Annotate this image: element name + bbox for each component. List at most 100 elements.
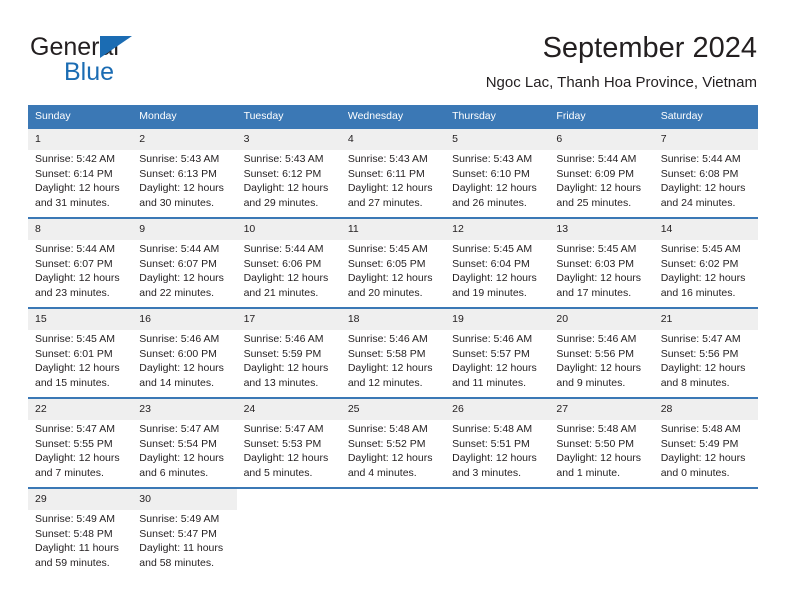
calendar-day-cell[interactable]: 6 Sunrise: 5:44 AM Sunset: 6:09 PM Dayli… — [549, 127, 654, 218]
sunrise-text: Sunrise: 5:46 AM — [139, 333, 220, 345]
calendar-day-cell[interactable]: 17 Sunrise: 5:46 AM Sunset: 5:59 PM Dayl… — [236, 307, 341, 398]
sunrise-text: Sunrise: 5:44 AM — [139, 243, 220, 255]
daylight-text-line1: Daylight: 11 hours — [139, 542, 224, 554]
calendar-day-cell[interactable]: 5 Sunrise: 5:43 AM Sunset: 6:10 PM Dayli… — [445, 127, 550, 218]
calendar-day-cell[interactable]: 15 Sunrise: 5:45 AM Sunset: 6:01 PM Dayl… — [28, 307, 133, 398]
daylight-text-line1: Daylight: 12 hours — [35, 452, 120, 464]
sunrise-text: Sunrise: 5:43 AM — [347, 153, 428, 165]
sunrise-text: Sunrise: 5:46 AM — [452, 333, 533, 345]
sunset-text: Sunset: 6:14 PM — [35, 167, 113, 180]
calendar-day-cell[interactable]: 19 Sunrise: 5:46 AM Sunset: 5:57 PM Dayl… — [445, 307, 550, 398]
day-number: 14 — [653, 219, 758, 240]
sunrise-text: Sunrise: 5:44 AM — [556, 153, 637, 165]
daylight-text-line2: and 30 minutes. — [139, 196, 214, 209]
daylight-text-line2: and 31 minutes. — [35, 196, 110, 209]
sunrise-text: Sunrise: 5:45 AM — [452, 243, 533, 255]
weekday-header-tuesday: Tuesday — [236, 105, 341, 128]
calendar-day-cell[interactable]: 27 Sunrise: 5:48 AM Sunset: 5:50 PM Dayl… — [549, 397, 654, 488]
calendar-day-cell[interactable]: 12 Sunrise: 5:45 AM Sunset: 6:04 PM Dayl… — [445, 217, 550, 308]
day-number — [340, 489, 446, 510]
calendar-day-cell[interactable]: 24 Sunrise: 5:47 AM Sunset: 5:53 PM Dayl… — [236, 397, 341, 488]
day-number: 10 — [236, 219, 341, 240]
daylight-text-line2: and 25 minutes. — [556, 196, 632, 209]
calendar-day-cell[interactable]: 2 Sunrise: 5:43 AM Sunset: 6:13 PM Dayli… — [132, 127, 237, 218]
calendar-body: 1 Sunrise: 5:42 AM Sunset: 6:14 PM Dayli… — [28, 127, 758, 577]
daylight-text-line1: Daylight: 12 hours — [660, 452, 746, 464]
daylight-text-line1: Daylight: 12 hours — [660, 362, 746, 374]
calendar-day-cell[interactable]: 28 Sunrise: 5:48 AM Sunset: 5:49 PM Dayl… — [653, 397, 758, 488]
sunrise-text: Sunrise: 5:47 AM — [243, 423, 324, 435]
calendar-week-row: 29 Sunrise: 5:49 AM Sunset: 5:48 PM Dayl… — [28, 487, 758, 577]
sunrise-text: Sunrise: 5:48 AM — [347, 423, 428, 435]
day-number: 23 — [132, 399, 237, 420]
daylight-text-line2: and 23 minutes. — [35, 286, 110, 299]
day-details: Sunrise: 5:42 AM Sunset: 6:14 PM Dayligh… — [28, 150, 132, 210]
daylight-text-line2: and 4 minutes. — [347, 466, 417, 479]
calendar-day-cell[interactable]: 10 Sunrise: 5:44 AM Sunset: 6:06 PM Dayl… — [236, 217, 341, 308]
sunset-text: Sunset: 6:02 PM — [660, 257, 739, 270]
daylight-text-line2: and 16 minutes. — [660, 286, 736, 299]
daylight-text-line1: Daylight: 12 hours — [347, 452, 433, 464]
daylight-text-line2: and 22 minutes. — [139, 286, 214, 299]
weekday-header-wednesday: Wednesday — [340, 105, 446, 128]
calendar-day-cell[interactable]: 7 Sunrise: 5:44 AM Sunset: 6:08 PM Dayli… — [653, 127, 758, 218]
weekday-header-saturday: Saturday — [653, 105, 758, 128]
daylight-text-line2: and 6 minutes. — [139, 466, 209, 479]
calendar-day-cell[interactable]: 30 Sunrise: 5:49 AM Sunset: 5:47 PM Dayl… — [132, 487, 237, 577]
day-number — [445, 489, 550, 510]
weekday-header-monday: Monday — [132, 105, 237, 128]
day-number: 4 — [340, 129, 446, 150]
day-details: Sunrise: 5:47 AM Sunset: 5:56 PM Dayligh… — [654, 330, 758, 390]
sunset-text: Sunset: 6:05 PM — [347, 257, 426, 270]
day-details: Sunrise: 5:46 AM Sunset: 6:00 PM Dayligh… — [132, 330, 236, 390]
calendar-day-cell[interactable]: 29 Sunrise: 5:49 AM Sunset: 5:48 PM Dayl… — [28, 487, 133, 577]
weekday-header-friday: Friday — [549, 105, 654, 128]
calendar-day-cell[interactable]: 8 Sunrise: 5:44 AM Sunset: 6:07 PM Dayli… — [28, 217, 133, 308]
day-details: Sunrise: 5:48 AM Sunset: 5:49 PM Dayligh… — [654, 420, 758, 480]
day-details: Sunrise: 5:46 AM Sunset: 5:57 PM Dayligh… — [445, 330, 549, 390]
calendar-day-cell[interactable]: 13 Sunrise: 5:45 AM Sunset: 6:03 PM Dayl… — [549, 217, 654, 308]
sunset-text: Sunset: 6:08 PM — [660, 167, 739, 180]
calendar-day-cell[interactable]: 3 Sunrise: 5:43 AM Sunset: 6:12 PM Dayli… — [236, 127, 341, 218]
calendar-day-cell[interactable]: 26 Sunrise: 5:48 AM Sunset: 5:51 PM Dayl… — [445, 397, 550, 488]
daylight-text-line2: and 0 minutes. — [660, 466, 730, 479]
calendar-day-cell[interactable]: 11 Sunrise: 5:45 AM Sunset: 6:05 PM Dayl… — [340, 217, 446, 308]
daylight-text-line2: and 7 minutes. — [35, 466, 104, 479]
sunset-text: Sunset: 6:12 PM — [243, 167, 322, 180]
calendar-day-cell[interactable]: 22 Sunrise: 5:47 AM Sunset: 5:55 PM Dayl… — [28, 397, 133, 488]
calendar-day-cell[interactable]: 9 Sunrise: 5:44 AM Sunset: 6:07 PM Dayli… — [132, 217, 237, 308]
sunset-text: Sunset: 6:00 PM — [139, 347, 217, 360]
day-details: Sunrise: 5:44 AM Sunset: 6:06 PM Dayligh… — [237, 240, 341, 300]
calendar-day-cell[interactable]: 23 Sunrise: 5:47 AM Sunset: 5:54 PM Dayl… — [132, 397, 237, 488]
daylight-text-line1: Daylight: 12 hours — [139, 182, 224, 194]
daylight-text-line2: and 9 minutes. — [556, 376, 626, 389]
calendar-day-cell[interactable]: 20 Sunrise: 5:46 AM Sunset: 5:56 PM Dayl… — [549, 307, 654, 398]
sunrise-text: Sunrise: 5:43 AM — [139, 153, 220, 165]
sunset-text: Sunset: 6:13 PM — [139, 167, 217, 180]
calendar-day-cell[interactable]: 4 Sunrise: 5:43 AM Sunset: 6:11 PM Dayli… — [340, 127, 446, 218]
daylight-text-line1: Daylight: 12 hours — [347, 362, 433, 374]
daylight-text-line1: Daylight: 12 hours — [139, 272, 224, 284]
page-header: General Blue September 2024 Ngoc Lac, Th… — [0, 0, 792, 100]
day-details: Sunrise: 5:45 AM Sunset: 6:05 PM Dayligh… — [341, 240, 445, 300]
calendar-day-cell[interactable]: 1 Sunrise: 5:42 AM Sunset: 6:14 PM Dayli… — [28, 127, 133, 218]
calendar-day-cell[interactable]: 21 Sunrise: 5:47 AM Sunset: 5:56 PM Dayl… — [653, 307, 758, 398]
day-number: 11 — [340, 219, 446, 240]
day-number: 3 — [236, 129, 341, 150]
day-number: 29 — [28, 489, 133, 510]
day-number: 1 — [28, 129, 133, 150]
sunrise-text: Sunrise: 5:46 AM — [243, 333, 324, 345]
general-blue-logo[interactable]: General Blue — [30, 33, 210, 89]
sunset-text: Sunset: 5:52 PM — [347, 437, 426, 450]
sunset-text: Sunset: 5:51 PM — [452, 437, 530, 450]
sunrise-text: Sunrise: 5:42 AM — [35, 153, 115, 165]
day-details: Sunrise: 5:45 AM Sunset: 6:03 PM Dayligh… — [549, 240, 653, 300]
calendar-day-cell[interactable]: 25 Sunrise: 5:48 AM Sunset: 5:52 PM Dayl… — [340, 397, 446, 488]
daylight-text-line1: Daylight: 12 hours — [660, 182, 746, 194]
sunset-text: Sunset: 5:49 PM — [660, 437, 739, 450]
calendar-day-cell[interactable]: 18 Sunrise: 5:46 AM Sunset: 5:58 PM Dayl… — [340, 307, 446, 398]
day-number: 16 — [132, 309, 237, 330]
title-block: September 2024 Ngoc Lac, Thanh Hoa Provi… — [486, 30, 757, 94]
calendar-day-cell[interactable]: 14 Sunrise: 5:45 AM Sunset: 6:02 PM Dayl… — [653, 217, 758, 308]
calendar-day-cell[interactable]: 16 Sunrise: 5:46 AM Sunset: 6:00 PM Dayl… — [132, 307, 237, 398]
